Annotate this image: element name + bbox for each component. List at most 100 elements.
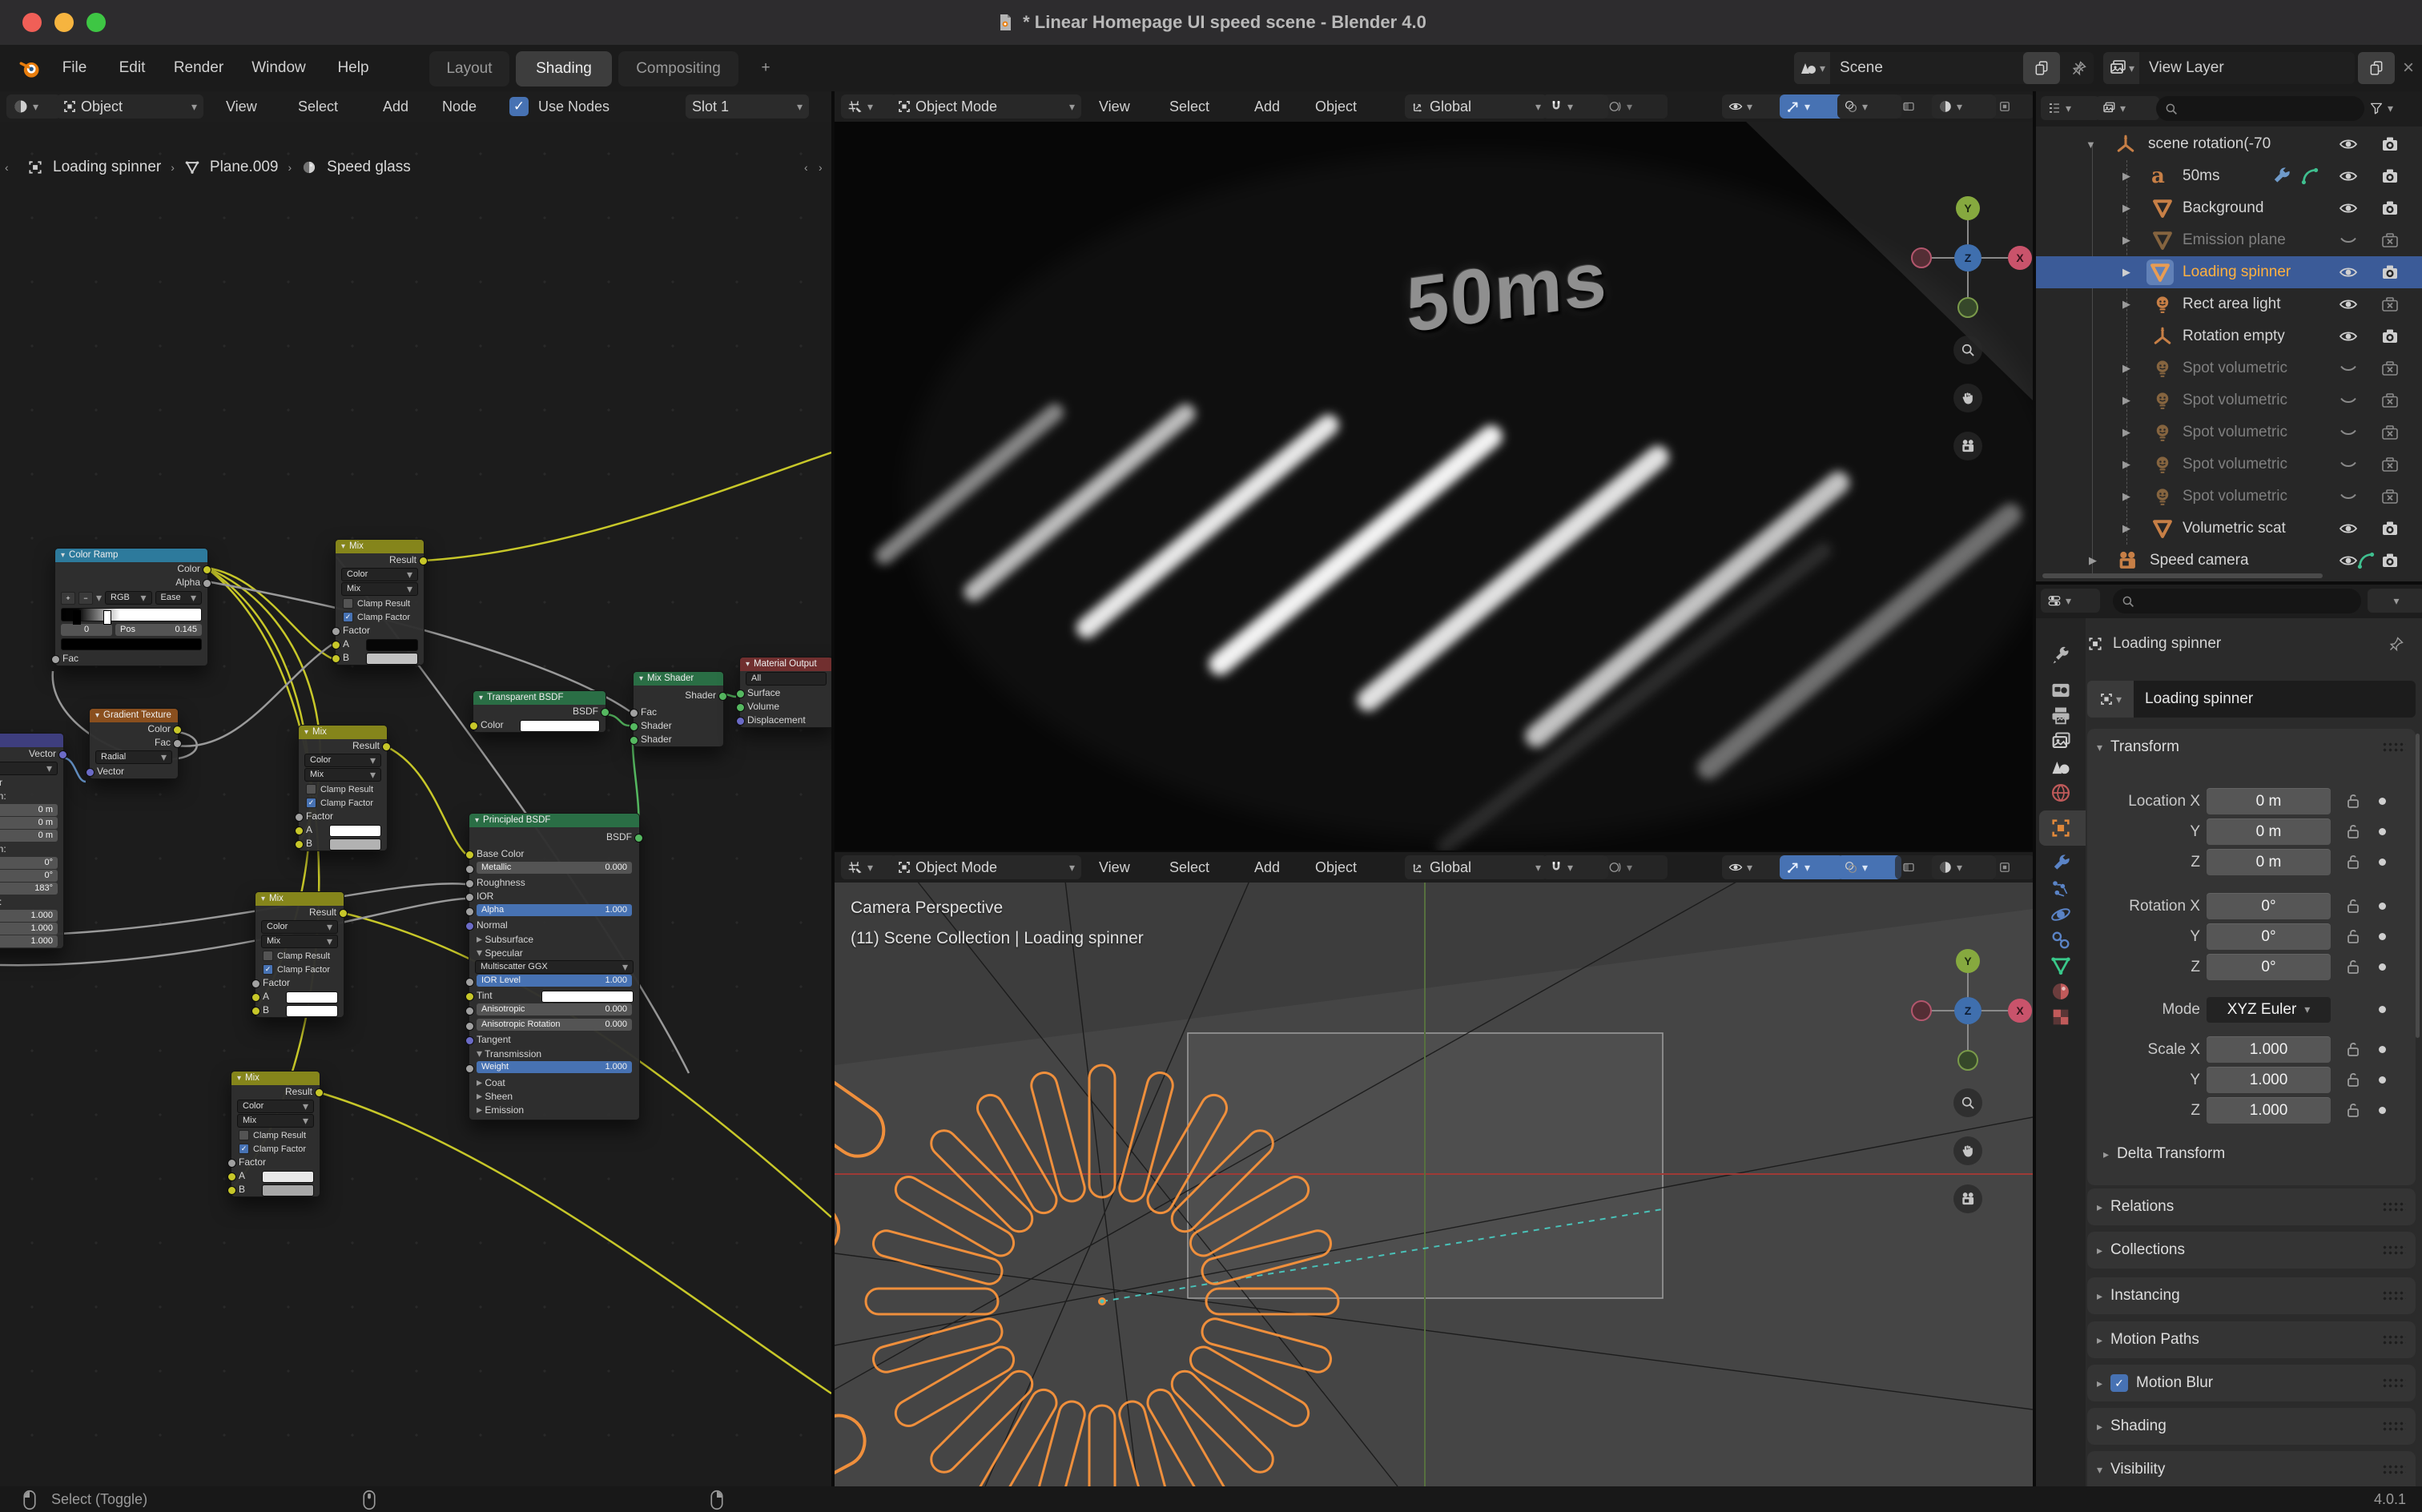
transform-orientation-dropdown[interactable]: Global▾: [1405, 94, 1547, 119]
camera-view-button[interactable]: [1953, 432, 1982, 460]
motion-blur-checkbox[interactable]: ✓: [2110, 1374, 2128, 1392]
visibility-panel[interactable]: ▾Visibility: [2087, 1451, 2416, 1486]
hide-viewport-toggle[interactable]: [2339, 327, 2358, 346]
scale-y-field[interactable]: 1.000: [2207, 1067, 2331, 1093]
pan-button[interactable]: [1953, 384, 1982, 412]
disable-render-toggle[interactable]: [2380, 423, 2400, 442]
node-mix-4[interactable]: ▾Mix Result Color▾ Mix▾ Clamp Result ✓Cl…: [231, 1071, 320, 1197]
new-scene-button[interactable]: [2023, 52, 2060, 84]
animate-dot[interactable]: [2379, 798, 2386, 805]
gradient-type-dropdown[interactable]: Radial▾: [95, 750, 172, 764]
disable-render-toggle[interactable]: [2380, 199, 2400, 218]
mode-dropdown[interactable]: Object Mode▾: [891, 94, 1081, 119]
tab-scene[interactable]: [2050, 756, 2072, 778]
outliner-row[interactable]: ▶ Spot volumetric: [2036, 352, 2422, 384]
hide-viewport-toggle[interactable]: [2339, 423, 2358, 442]
node-socket[interactable]: [58, 750, 67, 759]
shader-type-dropdown[interactable]: Object▾: [56, 94, 203, 119]
select-menu[interactable]: Select: [1169, 852, 1209, 883]
lock-icon[interactable]: [2344, 791, 2363, 810]
mode-dropdown[interactable]: Object Mode▾: [891, 855, 1081, 879]
properties-search-input[interactable]: [2113, 589, 2361, 613]
gizmo-x-axis[interactable]: X: [2014, 1004, 2026, 1017]
shader-menu-view[interactable]: View: [226, 91, 257, 122]
lock-icon[interactable]: [2344, 852, 2363, 871]
animate-dot[interactable]: [2379, 963, 2386, 971]
node-socket[interactable]: [332, 627, 340, 636]
outliner-row[interactable]: ▶ Speed camera: [2036, 545, 2422, 577]
delta-transform-header[interactable]: ▸Delta Transform: [2103, 1145, 2225, 1163]
node-material-output[interactable]: ▾Material Output All Surface Volume Disp…: [739, 657, 831, 728]
close-window-button[interactable]: [22, 13, 42, 32]
viewport-shading-dropdown[interactable]: ▾: [1932, 855, 1996, 879]
output-target-dropdown[interactable]: All: [746, 672, 827, 686]
animate-dot[interactable]: [2379, 1006, 2386, 1013]
breadcrumb-mesh[interactable]: Plane.009: [210, 159, 279, 176]
object-menu[interactable]: Object: [1315, 91, 1357, 122]
gizmo-z-axis[interactable]: Z: [1961, 251, 1974, 264]
disable-render-toggle[interactable]: [2380, 551, 2400, 570]
instancing-panel[interactable]: ▸Instancing: [2087, 1277, 2416, 1314]
snap-toggle[interactable]: ▾: [1543, 94, 1608, 119]
node-gradient-texture[interactable]: ▾Gradient Texture Color Fac Radial▾ Vect…: [89, 708, 179, 779]
disable-render-toggle[interactable]: [2380, 231, 2400, 250]
node-transparent-bsdf[interactable]: ▾Transparent BSDF BSDF Color: [473, 690, 606, 733]
pin-icon[interactable]: [2388, 636, 2404, 652]
editor-type-button[interactable]: ▾: [841, 855, 897, 879]
node-mix-shader[interactable]: ▾Mix Shader Shader Fac Shader Shader: [633, 671, 724, 747]
lock-icon[interactable]: [2344, 1040, 2363, 1059]
workspace-tab-layout[interactable]: Layout: [429, 51, 509, 86]
outliner-row[interactable]: Rotation empty: [2036, 320, 2422, 352]
outliner-row[interactable]: ▶ Volumetric scat: [2036, 513, 2422, 545]
animate-dot[interactable]: [2379, 933, 2386, 940]
tab-output[interactable]: [2050, 705, 2072, 727]
location-y-field[interactable]: 0 m: [2207, 818, 2331, 845]
hide-viewport-toggle[interactable]: [2339, 455, 2358, 474]
disable-render-toggle[interactable]: [2380, 455, 2400, 474]
menu-help[interactable]: Help: [330, 45, 376, 91]
outliner-search-input[interactable]: [2156, 96, 2364, 121]
mapping-type-dropdown[interactable]: Point▾: [0, 762, 58, 775]
tab-view-layer[interactable]: [2050, 730, 2072, 753]
animate-dot[interactable]: [2379, 1076, 2386, 1084]
material-slot-dropdown[interactable]: Slot 1▾: [686, 94, 809, 119]
proportional-editing-toggle[interactable]: ▾: [1602, 855, 1668, 879]
breadcrumb-material[interactable]: Speed glass: [327, 159, 411, 176]
outliner-row[interactable]: ▶ Spot volumetric: [2036, 416, 2422, 448]
node-mapping[interactable]: pping Vector Point▾ r on: 0 m 0 m 0 m on…: [0, 733, 64, 949]
view-menu[interactable]: View: [1099, 852, 1130, 883]
motion-blur-panel[interactable]: ▸✓Motion Blur: [2087, 1365, 2416, 1401]
menu-file[interactable]: File: [53, 45, 96, 91]
node-principled-bsdf[interactable]: ▾Principled BSDF BSDF Base Color Metalli…: [469, 813, 640, 1120]
properties-options-dropdown[interactable]: ▾: [2368, 589, 2422, 613]
node-socket[interactable]: [203, 579, 211, 588]
hide-viewport-toggle[interactable]: [2339, 167, 2358, 186]
show-overlays-toggle[interactable]: ▾: [1837, 855, 1901, 879]
outliner-filter-dropdown[interactable]: ▾: [2095, 96, 2159, 120]
add-stop-button[interactable]: +: [61, 592, 75, 605]
outliner-row[interactable]: ▶ Spot volumetric: [2036, 448, 2422, 481]
node-socket[interactable]: [419, 557, 428, 565]
mix-a-swatch[interactable]: [366, 639, 418, 651]
ramp-index-field[interactable]: 0: [61, 624, 112, 636]
lock-icon[interactable]: [2344, 896, 2363, 915]
snap-toggle[interactable]: ▾: [1543, 855, 1608, 879]
editor-type-button[interactable]: ▾: [841, 94, 897, 119]
new-view-layer-button[interactable]: [2358, 52, 2395, 84]
node-socket[interactable]: [173, 726, 182, 734]
disable-render-toggle[interactable]: [2380, 487, 2400, 506]
node-socket[interactable]: [332, 641, 340, 649]
node-color-ramp[interactable]: ▾Color Ramp Color Alpha + − ▾ RGB▾ Ease▾…: [54, 548, 208, 666]
viewport-shading-dropdown[interactable]: ▾: [1932, 94, 1996, 119]
editor-type-button[interactable]: ▾: [2041, 589, 2100, 613]
animate-dot[interactable]: [2379, 1107, 2386, 1114]
hide-viewport-toggle[interactable]: [2339, 231, 2358, 250]
lock-icon[interactable]: [2344, 1070, 2363, 1089]
outliner-row[interactable]: ▶ Spot volumetric: [2036, 384, 2422, 416]
view-menu[interactable]: View: [1099, 91, 1130, 122]
shading-panel[interactable]: ▸Shading: [2087, 1408, 2416, 1445]
hide-viewport-toggle[interactable]: [2339, 519, 2358, 538]
zoom-button[interactable]: [1953, 336, 1982, 364]
menu-edit[interactable]: Edit: [111, 45, 154, 91]
motion-paths-panel[interactable]: ▸Motion Paths: [2087, 1321, 2416, 1358]
